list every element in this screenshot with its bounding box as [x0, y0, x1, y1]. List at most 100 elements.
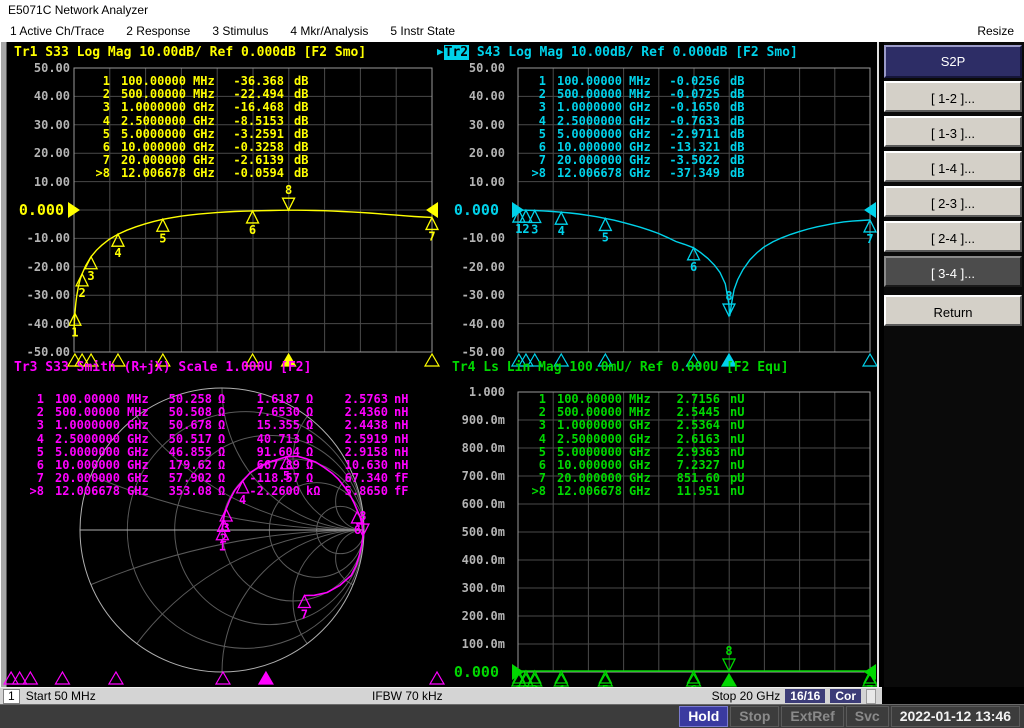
marker-row: 31.0000000GHz-16.468dB — [86, 101, 308, 114]
stop-indicator: Stop — [730, 706, 779, 727]
marker-number: 8 — [725, 289, 732, 303]
y-tick-label: 1.000 — [441, 385, 505, 399]
marker-cell: -37.349 — [658, 167, 720, 180]
menu-item-2[interactable]: 2 Response — [126, 24, 190, 38]
marker-cell: 46.855 — [156, 446, 212, 459]
marker-row: >812.006678GHz11.951nU — [522, 485, 744, 498]
marker-number: 6 — [249, 223, 256, 237]
resize-button[interactable]: Resize — [977, 24, 1014, 38]
trace-label-tr3[interactable]: Tr3 — [14, 360, 37, 375]
marker-cell: dB — [720, 128, 744, 141]
marker-cell: fF — [388, 485, 416, 498]
menu-item-5[interactable]: 5 Instr State — [390, 24, 455, 38]
marker-cell: GHz — [622, 433, 658, 446]
status-right-group: Stop 20 GHz 16/16 Cor — [712, 689, 876, 704]
marker-cell: GHz — [120, 419, 156, 432]
marker-row: >812.006678GHz-37.349dB — [522, 167, 744, 180]
marker-cell: 5.0000000 — [546, 446, 622, 459]
marker-glyph[interactable] — [157, 219, 169, 231]
marker-cell: nH — [388, 446, 416, 459]
marker-cell: nU — [720, 485, 744, 498]
softkey-header-s2p[interactable]: S2P — [884, 45, 1022, 78]
marker-cell: GHz — [120, 485, 156, 498]
marker-cell: -0.1650 — [658, 101, 720, 114]
marker-glyph[interactable] — [298, 596, 310, 608]
marker-cell: -0.7633 — [658, 115, 720, 128]
marker-cell: 4 — [522, 115, 546, 128]
marker-cell: 3 — [522, 419, 546, 432]
marker-cell: 15.355 — [234, 419, 300, 432]
marker-cell: GHz — [622, 419, 658, 432]
marker-cell: GHz — [622, 115, 658, 128]
marker-cell: 5 — [522, 446, 546, 459]
softkey-14[interactable]: [ 1-4 ]... — [884, 151, 1022, 182]
marker-cell: 1.0000000 — [110, 101, 186, 114]
softkey-return[interactable]: Return — [884, 295, 1022, 326]
y-tick-label: 0.000 — [0, 202, 64, 218]
instrument-status-bar: Hold Stop ExtRef Svc 2022-01-12 13:46 — [0, 704, 1024, 728]
trace-title-tr2: ▶Tr2 S43 Log Mag 10.00dB/ Ref 0.000dB [F… — [437, 45, 798, 60]
marker-cell: -8.5153 — [222, 115, 284, 128]
softkey-13[interactable]: [ 1-3 ]... — [884, 116, 1022, 147]
softkey-34[interactable]: [ 3-4 ]... — [884, 256, 1022, 287]
y-tick-label: -50.00 — [6, 345, 70, 359]
trace-label-tr2[interactable]: Tr2 — [444, 45, 469, 60]
title-bar: E5071C Network Analyzer — [0, 0, 1024, 20]
marker-cell: dB — [284, 115, 308, 128]
softkey-23[interactable]: [ 2-3 ]... — [884, 186, 1022, 217]
marker-cell: >8 — [522, 167, 546, 180]
marker-number: 5 — [159, 231, 166, 245]
marker-cell: 4 — [86, 115, 110, 128]
correction-badge: Cor — [830, 689, 861, 703]
trace-label-tr1[interactable]: Tr1 — [14, 45, 37, 60]
softkey-24[interactable]: [ 2-4 ]... — [884, 221, 1022, 252]
marker-cell: dB — [284, 128, 308, 141]
marker-cell: Ω — [300, 446, 328, 459]
marker-glyph[interactable] — [599, 218, 611, 230]
marker-table-tr2: 1100.00000MHz-0.0256dB2500.00000MHz-0.07… — [522, 75, 744, 181]
marker-cell: 2.5000000 — [546, 115, 622, 128]
marker-cell: 12.006678 — [110, 167, 186, 180]
marker-cell: Ω — [300, 459, 328, 472]
marker-cell: 2.5000000 — [546, 433, 622, 446]
marker-cell: 40.713 — [234, 433, 300, 446]
trace-title-tr3: Tr3 S33 Smith (R+jX) Scale 1.000U [F2] — [14, 360, 311, 375]
marker-cell: >8 — [20, 485, 44, 498]
marker-cell: nH — [388, 433, 416, 446]
marker-cell: GHz — [622, 446, 658, 459]
marker-table-tr1: 1100.00000MHz-36.368dB2500.00000MHz-22.4… — [86, 75, 308, 181]
menu-item-3[interactable]: 3 Stimulus — [212, 24, 268, 38]
status-bar: 1 Start 50 MHz IFBW 70 kHz Stop 20 GHz 1… — [0, 687, 1024, 704]
marker-cell: 5 — [86, 128, 110, 141]
y-tick-label: -40.00 — [441, 317, 505, 331]
marker-number: 1 — [71, 325, 78, 339]
y-tick-label: 20.00 — [6, 146, 70, 160]
marker-cell: -0.0594 — [222, 167, 284, 180]
y-tick-label: 40.00 — [441, 89, 505, 103]
marker-row: 55.0000000GHz2.9363nU — [522, 446, 744, 459]
menu-item-4[interactable]: 4 Mkr/Analysis — [290, 24, 368, 38]
marker-cell: nH — [388, 419, 416, 432]
softkey-12[interactable]: [ 1-2 ]... — [884, 81, 1022, 112]
marker-number: 3 — [531, 222, 538, 236]
marker-number: 4 — [558, 224, 565, 238]
y-tick-label: 100.0m — [441, 637, 505, 651]
y-tick-label: -30.00 — [441, 288, 505, 302]
trace-format-text: Ls Lin Mag 100.0mU/ Ref 0.000U [F2 Equ] — [475, 360, 788, 375]
trace-label-tr4[interactable]: Tr4 — [452, 360, 475, 375]
y-tick-label: -30.00 — [6, 288, 70, 302]
marker-table-tr4: 1100.00000MHz2.7156nU2500.00000MHz2.5445… — [522, 393, 744, 499]
y-tick-label: -10.00 — [441, 231, 505, 245]
marker-cell: GHz — [186, 128, 222, 141]
marker-row: 55.0000000GHz-2.9711dB — [522, 128, 744, 141]
marker-cell: 2.5000000 — [110, 115, 186, 128]
y-tick-label: -40.00 — [6, 317, 70, 331]
stimulus-tick-active — [722, 674, 736, 686]
active-trace-arrow-icon: ▶ — [437, 45, 444, 58]
menu-item-1[interactable]: 1 Active Ch/Trace — [10, 24, 104, 38]
y-tick-label: -20.00 — [6, 260, 70, 274]
marker-cell: GHz — [186, 115, 222, 128]
marker-glyph[interactable] — [555, 212, 567, 224]
marker-cell: GHz — [120, 433, 156, 446]
marker-cell: 4 — [522, 433, 546, 446]
